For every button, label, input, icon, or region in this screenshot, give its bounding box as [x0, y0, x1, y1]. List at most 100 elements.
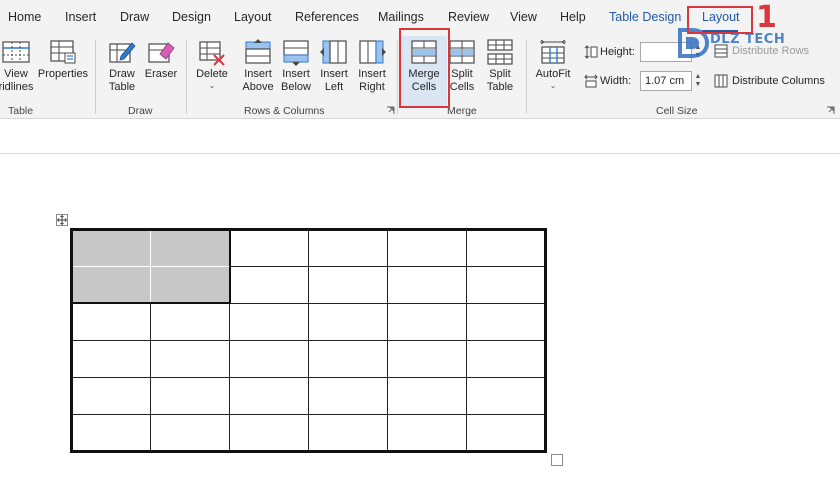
table-cell[interactable]: [229, 377, 309, 415]
insert-above-button[interactable]: Insert Above: [238, 38, 278, 94]
table-cell[interactable]: [466, 266, 546, 304]
pencil-icon: [109, 42, 136, 63]
table-move-handle[interactable]: [56, 214, 68, 226]
split-table-icon: [487, 39, 513, 65]
autofit-label: AutoFit: [535, 68, 571, 80]
table-cell[interactable]: [387, 377, 467, 415]
table-cell[interactable]: [308, 340, 388, 378]
properties-label: Properties: [37, 68, 89, 80]
selected-table-cell[interactable]: [71, 266, 151, 304]
table-cell[interactable]: [229, 303, 309, 341]
tab-help[interactable]: Help: [560, 10, 586, 24]
insert-right-button[interactable]: Insert Right: [352, 38, 392, 94]
selected-table-cell[interactable]: [150, 229, 230, 267]
tab-view[interactable]: View: [510, 10, 537, 24]
table-cell[interactable]: [466, 414, 546, 452]
table-cell[interactable]: [71, 340, 151, 378]
table-cell[interactable]: [229, 266, 309, 304]
table-cell[interactable]: [71, 414, 151, 452]
tab-draw[interactable]: Draw: [120, 10, 149, 24]
tab-layout-page[interactable]: Layout: [234, 10, 272, 24]
selected-table-cell[interactable]: [71, 229, 151, 267]
height-label: Height:: [600, 46, 635, 58]
tab-insert[interactable]: Insert: [65, 10, 96, 24]
annotation-number-1: 1: [756, 0, 777, 35]
table-cell[interactable]: [150, 340, 230, 378]
annotation-box-layout-tab: [687, 6, 753, 34]
table-cell[interactable]: [229, 414, 309, 452]
table-cell[interactable]: [150, 414, 230, 452]
tab-home[interactable]: Home: [8, 10, 41, 24]
rows-columns-group-label: Rows & Columns: [244, 105, 325, 117]
distribute-columns-label: Distribute Columns: [732, 75, 825, 87]
tab-mailings[interactable]: Mailings: [378, 10, 424, 24]
table-row: [71, 377, 546, 415]
table-cell[interactable]: [308, 377, 388, 415]
table-cell[interactable]: [308, 266, 388, 304]
properties-button[interactable]: Properties: [36, 38, 90, 81]
dialog-launcher-icon[interactable]: [386, 106, 395, 115]
table-cell[interactable]: [387, 414, 467, 452]
split-table-label: Split Table: [486, 68, 514, 93]
chevron-down-icon: ⌄: [208, 81, 216, 90]
tab-table-design[interactable]: Table Design: [609, 10, 681, 24]
table-group-label: Table: [8, 105, 34, 117]
width-spinner[interactable]: ▲ ▼: [693, 71, 703, 91]
group-separator: [397, 40, 398, 114]
table-cell[interactable]: [229, 340, 309, 378]
table-cell[interactable]: [229, 229, 309, 267]
table-cell[interactable]: [71, 303, 151, 341]
table-properties-icon: [50, 40, 76, 64]
table-cell[interactable]: [308, 414, 388, 452]
table-cell[interactable]: [466, 377, 546, 415]
table-cell[interactable]: [466, 229, 546, 267]
table-cell[interactable]: [466, 340, 546, 378]
table-cell[interactable]: [308, 303, 388, 341]
merge-group-label: Merge: [447, 105, 477, 117]
table-cell[interactable]: [308, 229, 388, 267]
insert-below-button[interactable]: Insert Below: [276, 38, 316, 94]
table-cell[interactable]: [387, 340, 467, 378]
document-table[interactable]: [70, 228, 547, 453]
split-table-button[interactable]: Split Table: [481, 38, 519, 94]
draw-table-label: Draw Table: [108, 68, 136, 93]
insert-left-button[interactable]: Insert Left: [314, 38, 354, 94]
table-cell[interactable]: [466, 303, 546, 341]
eraser-label: Eraser: [144, 68, 178, 80]
view-gridlines-button[interactable]: View ridlines: [0, 38, 36, 94]
table-row: [71, 414, 546, 452]
tab-review[interactable]: Review: [448, 10, 489, 24]
table-cell[interactable]: [387, 266, 467, 304]
draw-table-button[interactable]: Draw Table: [102, 38, 142, 94]
cell-size-group-label: Cell Size: [656, 105, 698, 117]
selected-table-cell[interactable]: [150, 266, 230, 304]
table-row: [71, 340, 546, 378]
insert-left-label: Insert Left: [320, 68, 348, 93]
tab-design[interactable]: Design: [172, 10, 211, 24]
split-cells-button[interactable]: Split Cells: [446, 38, 478, 94]
table-cell[interactable]: [71, 377, 151, 415]
insert-right-label: Insert Right: [358, 68, 386, 93]
width-label: Width:: [600, 75, 632, 87]
tab-references[interactable]: References: [295, 10, 359, 24]
insert-column-right-icon: [359, 40, 386, 64]
insert-row-below-icon: [283, 40, 309, 66]
width-input[interactable]: [640, 71, 692, 91]
eraser-button[interactable]: Eraser: [142, 38, 180, 81]
split-cells-icon: [449, 40, 475, 64]
table-row: [71, 266, 546, 304]
distribute-columns-button[interactable]: Distribute Columns: [714, 74, 825, 88]
chevron-down-icon: ⌄: [549, 81, 557, 90]
table-row: [71, 229, 546, 267]
page-top-margin: [0, 119, 840, 154]
group-separator: [186, 40, 187, 114]
table-cell[interactable]: [387, 229, 467, 267]
table-cell[interactable]: [387, 303, 467, 341]
autofit-button[interactable]: AutoFit ⌄: [532, 38, 574, 90]
table-resize-handle[interactable]: [551, 454, 563, 466]
delete-button[interactable]: Delete ⌄: [192, 38, 232, 90]
table-cell[interactable]: [150, 303, 230, 341]
distribute-columns-icon: [714, 74, 728, 88]
table-cell[interactable]: [150, 377, 230, 415]
dialog-launcher-icon[interactable]: [826, 106, 835, 115]
